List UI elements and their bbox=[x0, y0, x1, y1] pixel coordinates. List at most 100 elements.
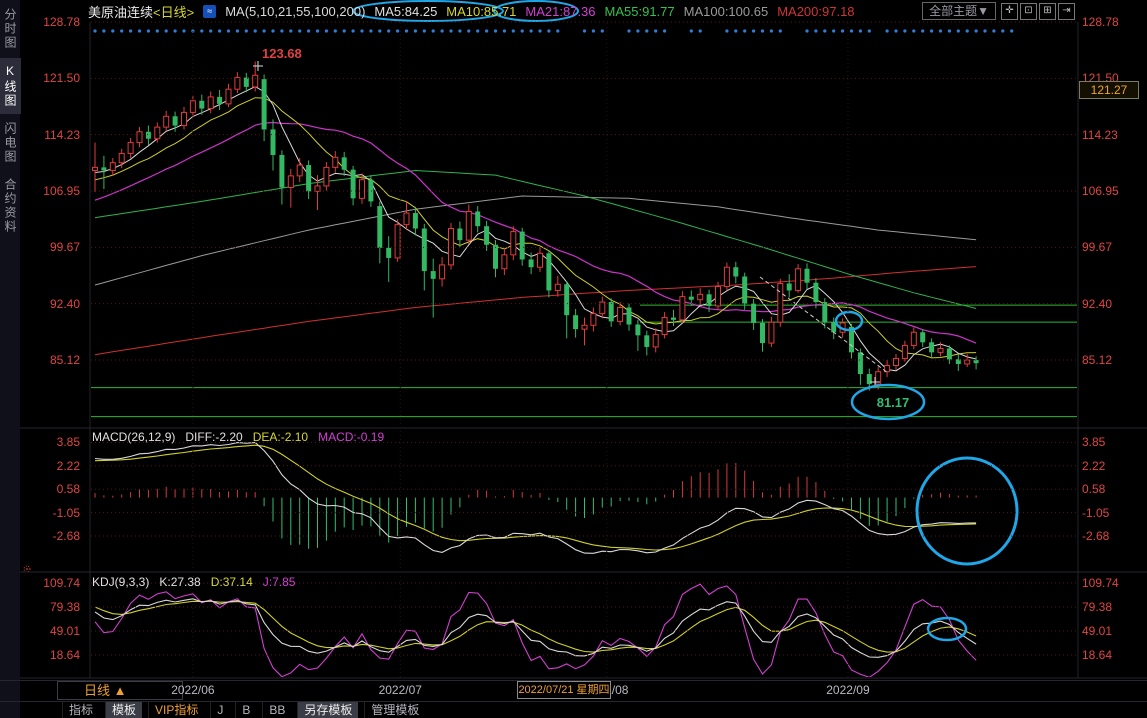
macd-header[interactable]: MACD(26,12,9) DIFF:-2.20 DEA:-2.10 MACD:… bbox=[92, 430, 384, 444]
bottom-tab-6[interactable]: 另存模板 bbox=[297, 702, 358, 718]
signal-dot bbox=[894, 29, 897, 32]
signal-dot bbox=[254, 29, 257, 32]
y-axis-label: -2.68 bbox=[1082, 529, 1146, 543]
y-axis-label: 114.23 bbox=[1082, 128, 1146, 142]
kdj-d-value: D:37.14 bbox=[211, 575, 253, 589]
y-axis-label: 121.50 bbox=[18, 71, 80, 85]
signal-dot bbox=[423, 29, 426, 32]
signal-dot bbox=[743, 29, 746, 32]
header-controls: 全部主题▼ ✛⊡⊞⇥ bbox=[922, 2, 1075, 20]
signal-dot bbox=[387, 29, 390, 32]
signal-dot bbox=[182, 29, 185, 32]
zoom-reset-icon[interactable]: ⊞ bbox=[1039, 3, 1056, 20]
kdj-header[interactable]: KDJ(9,3,3) K:27.38 D:37.14 J:7.85 bbox=[92, 575, 295, 589]
signal-dot bbox=[396, 29, 399, 32]
signal-dot bbox=[547, 29, 550, 32]
signal-dot bbox=[360, 29, 363, 32]
bottom-tab-2[interactable]: VIP指标 bbox=[148, 702, 204, 718]
bottom-tab-bar: 指标模板VIP指标JBBB另存模板管理模板 bbox=[62, 702, 425, 718]
signal-dot bbox=[227, 29, 230, 32]
y-axis-label: 0.58 bbox=[1082, 482, 1146, 496]
macd-params-label: MACD(26,12,9) bbox=[92, 430, 175, 444]
signal-dot bbox=[841, 29, 844, 32]
signal-dot bbox=[654, 29, 657, 32]
sidebar-item-2[interactable]: 闪电图 bbox=[0, 116, 21, 170]
kdj-k-value: K:27.38 bbox=[159, 575, 200, 589]
y-axis-label: 106.95 bbox=[1082, 184, 1146, 198]
bottom-tab-7[interactable]: 管理模板 bbox=[364, 702, 425, 718]
corner-icon-group: ✛⊡⊞⇥ bbox=[1001, 3, 1075, 20]
y-axis-label: 79.38 bbox=[1082, 600, 1146, 614]
y-axis-label: 0.58 bbox=[18, 482, 80, 496]
left-toolbar: 分时图K线图闪电图合约资料 bbox=[0, 0, 20, 718]
y-axis-label: 85.12 bbox=[1082, 353, 1146, 367]
macd-diff-value: DIFF:-2.20 bbox=[185, 430, 242, 444]
signal-dot bbox=[521, 29, 524, 32]
exit-right-icon[interactable]: ⇥ bbox=[1058, 3, 1075, 20]
drawn-trendline bbox=[760, 277, 888, 373]
y-axis-label: 49.01 bbox=[1082, 624, 1146, 638]
signal-dot bbox=[352, 29, 355, 32]
signal-dot bbox=[512, 29, 515, 32]
signal-dot bbox=[147, 29, 150, 32]
signal-dot bbox=[601, 29, 604, 32]
theme-dropdown-button[interactable]: 全部主题▼ bbox=[922, 2, 996, 20]
chart-header: 美原油连续<日线> ≈ MA(5,10,21,55,100,200) MA5:8… bbox=[88, 2, 855, 20]
signal-dot bbox=[1010, 29, 1013, 32]
ma-settings-label[interactable]: MA(5,10,21,55,100,200) bbox=[225, 4, 365, 19]
signal-dot bbox=[263, 29, 266, 32]
signal-dot bbox=[779, 29, 782, 32]
bottom-tab-5[interactable]: BB bbox=[262, 702, 291, 718]
y-axis-label: 85.12 bbox=[18, 353, 80, 367]
y-axis-label: -1.05 bbox=[1082, 506, 1146, 520]
signal-dot bbox=[752, 29, 755, 32]
period-selector[interactable]: 日线 ▲ bbox=[57, 681, 183, 700]
macd-dea-value: DEA:-2.10 bbox=[253, 430, 308, 444]
signal-dot bbox=[556, 29, 559, 32]
x-axis-month-label: 2022/09 bbox=[826, 683, 869, 697]
sidebar-item-1[interactable]: K线图 bbox=[0, 58, 21, 114]
crosshair-icon[interactable]: ✛ bbox=[1001, 3, 1018, 20]
bottom-tab-4[interactable]: B bbox=[235, 702, 256, 718]
axis-price-box: 121.27 bbox=[1079, 81, 1139, 99]
macd-macd-value: MACD:-0.19 bbox=[318, 430, 384, 444]
bottom-tab-0[interactable]: 指标 bbox=[62, 702, 99, 718]
signal-dot bbox=[129, 29, 132, 32]
y-axis-label: -2.68 bbox=[18, 529, 80, 543]
peak-price-label: 123.68 bbox=[262, 46, 302, 61]
y-axis-label: 2.22 bbox=[1082, 459, 1146, 473]
signal-dot bbox=[458, 29, 461, 32]
sidebar-item-3[interactable]: 合约资料 bbox=[0, 172, 21, 240]
signal-dot bbox=[538, 29, 541, 32]
y-axis-label: 92.40 bbox=[1082, 297, 1146, 311]
chart-canvas[interactable]: 123.6881.17 bbox=[0, 0, 1147, 718]
signal-dot bbox=[236, 29, 239, 32]
y-axis-label: 106.95 bbox=[18, 184, 80, 198]
signal-dot bbox=[218, 29, 221, 32]
signal-dot bbox=[663, 29, 666, 32]
kdj-j-value: J:7.85 bbox=[263, 575, 296, 589]
signal-dot bbox=[770, 29, 773, 32]
signal-dot bbox=[289, 29, 292, 32]
symbol-title: 美原油连续<日线> bbox=[88, 2, 194, 21]
highlight-ellipse bbox=[917, 458, 1017, 564]
y-axis-label: 109.74 bbox=[1082, 576, 1146, 590]
signal-dot bbox=[449, 29, 452, 32]
sidebar-item-0[interactable]: 分时图 bbox=[0, 2, 21, 56]
x-axis-row: 日线 ▲ 2022/062022/072022/082022/09 2022/0… bbox=[0, 680, 1147, 700]
signal-dot bbox=[645, 29, 648, 32]
y-axis-label: 128.78 bbox=[18, 15, 80, 29]
signal-dot bbox=[957, 29, 960, 32]
ma-legend-value: MA5:84.25 bbox=[374, 4, 437, 19]
signal-dot bbox=[165, 29, 168, 32]
y-axis-label: 3.85 bbox=[18, 435, 80, 449]
zoom-area-icon[interactable]: ⊡ bbox=[1020, 3, 1037, 20]
signal-dot bbox=[476, 29, 479, 32]
signal-dot bbox=[948, 29, 951, 32]
signal-dot bbox=[93, 29, 96, 32]
signal-dot bbox=[530, 29, 533, 32]
signal-dot bbox=[627, 29, 630, 32]
signal-dot bbox=[814, 29, 817, 32]
bottom-tab-3[interactable]: J bbox=[210, 702, 229, 718]
bottom-tab-1[interactable]: 模板 bbox=[105, 702, 142, 718]
